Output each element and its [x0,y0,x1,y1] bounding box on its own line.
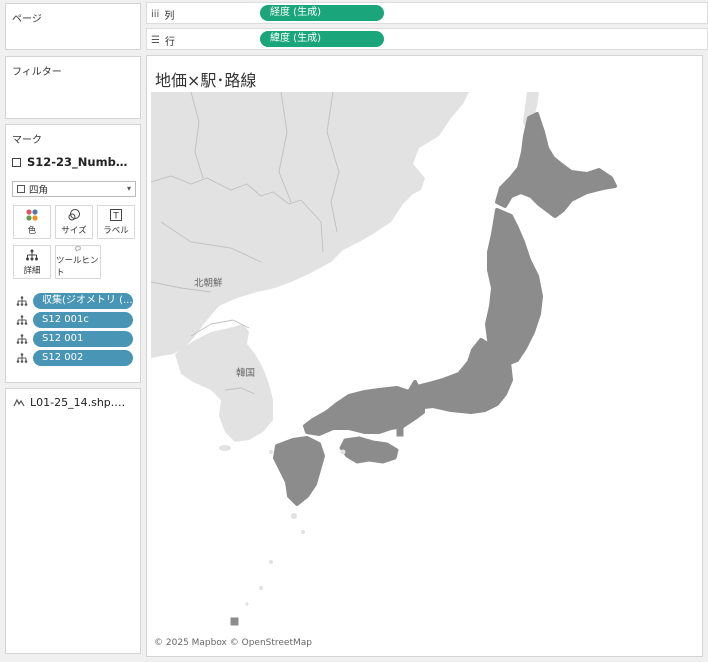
marks-layer2-panel: L01-25_14.shp.… [5,388,141,654]
pages-panel[interactable]: ページ [5,3,141,50]
north-korea-label: 北朝鮮 [194,277,223,289]
detail-tree-icon [16,334,28,344]
jeju-landmass [219,445,231,451]
label-t-icon: T [110,209,122,222]
pages-title: ページ [12,14,42,25]
rows-shelf-label: ☰ 行 [151,33,175,48]
columns-label: 列 [164,11,175,22]
color-button[interactable]: 色 [13,205,51,239]
size-circles-icon [68,209,80,221]
rows-icon: ☰ [151,35,160,46]
map-attribution: © 2025 Mapbox © OpenStreetMap [154,638,312,648]
map-svg: 北朝鮮 韓国 [151,92,617,626]
rows-label: 行 [164,37,175,48]
tooltip-button[interactable]: ツールヒント [55,245,101,279]
detail-field-row[interactable]: S12 001 [16,331,133,347]
label-button-label: ラベル [103,226,129,236]
label-button[interactable]: T ラベル [97,205,135,239]
map-layer-icon [13,398,25,406]
detail-field-row[interactable]: S12 001c [16,312,133,328]
latitude-pill[interactable]: 緯度 (生成) [260,31,384,47]
field-pill[interactable]: S12 001 [33,331,133,347]
svg-text:T: T [112,212,119,222]
size-button-label: サイズ [61,226,87,236]
columns-icon: iii [151,9,160,20]
field-pill[interactable]: 収集(ジオメトリ (... [33,293,133,309]
mark-type-dropdown[interactable]: 四角 ▾ [12,181,136,197]
detail-tree-icon [16,353,28,363]
south-korea-label: 韓国 [236,368,255,379]
color-button-label: 色 [27,226,37,236]
rows-shelf[interactable]: ☰ 行 緯度 (生成) [146,28,708,50]
mark-type-label: 四角 [29,185,49,196]
marks-layer-header[interactable]: S12-23_Numb… [12,155,127,169]
columns-shelf-label: iii 列 [151,7,174,22]
map-canvas[interactable]: 北朝鮮 韓国 © 2025 Mapbox © OpenStreetMap [151,92,700,654]
layer-name: S12-23_Numb… [27,155,128,169]
marks-layer2-header[interactable]: L01-25_14.shp.… [13,396,125,409]
mainland-landmass [151,92,469,358]
marks-card: マーク S12-23_Numb… 四角 ▾ 色 サイズ T ラベル 詳細 ツール… [5,124,141,383]
marks-title: マーク [12,135,42,146]
filters-title: フィルター [12,67,62,78]
chevron-down-icon: ▾ [126,184,131,193]
detail-field-row[interactable]: 収集(ジオメトリ (... [16,293,133,309]
tooltip-bubble-icon [75,246,81,252]
columns-shelf[interactable]: iii 列 経度 (生成) [146,2,708,24]
longitude-pill[interactable]: 経度 (生成) [260,5,384,21]
worksheet-view: 地価×駅･路線 北朝鮮 韓国 © 2025 Mapbox © OpenStree… [146,55,703,657]
square-mark-icon [17,185,25,193]
field-pill[interactable]: S12 001c [33,312,133,328]
detail-tree-icon [26,249,38,261]
field-pill[interactable]: S12 002 [33,350,133,366]
layer2-name: L01-25_14.shp.… [30,396,126,409]
color-dots-icon [26,209,38,221]
layer-checkbox[interactable] [12,157,21,167]
detail-field-row[interactable]: S12 002 [16,350,133,366]
filters-panel[interactable]: フィルター [5,56,141,119]
tooltip-button-label: ツールヒント [56,256,99,278]
detail-button[interactable]: 詳細 [13,245,51,279]
sheet-title: 地価×駅･路線 [155,71,257,90]
detail-tree-icon [16,315,28,325]
detail-tree-icon [16,296,28,306]
size-button[interactable]: サイズ [55,205,93,239]
detail-button-label: 詳細 [23,266,41,276]
